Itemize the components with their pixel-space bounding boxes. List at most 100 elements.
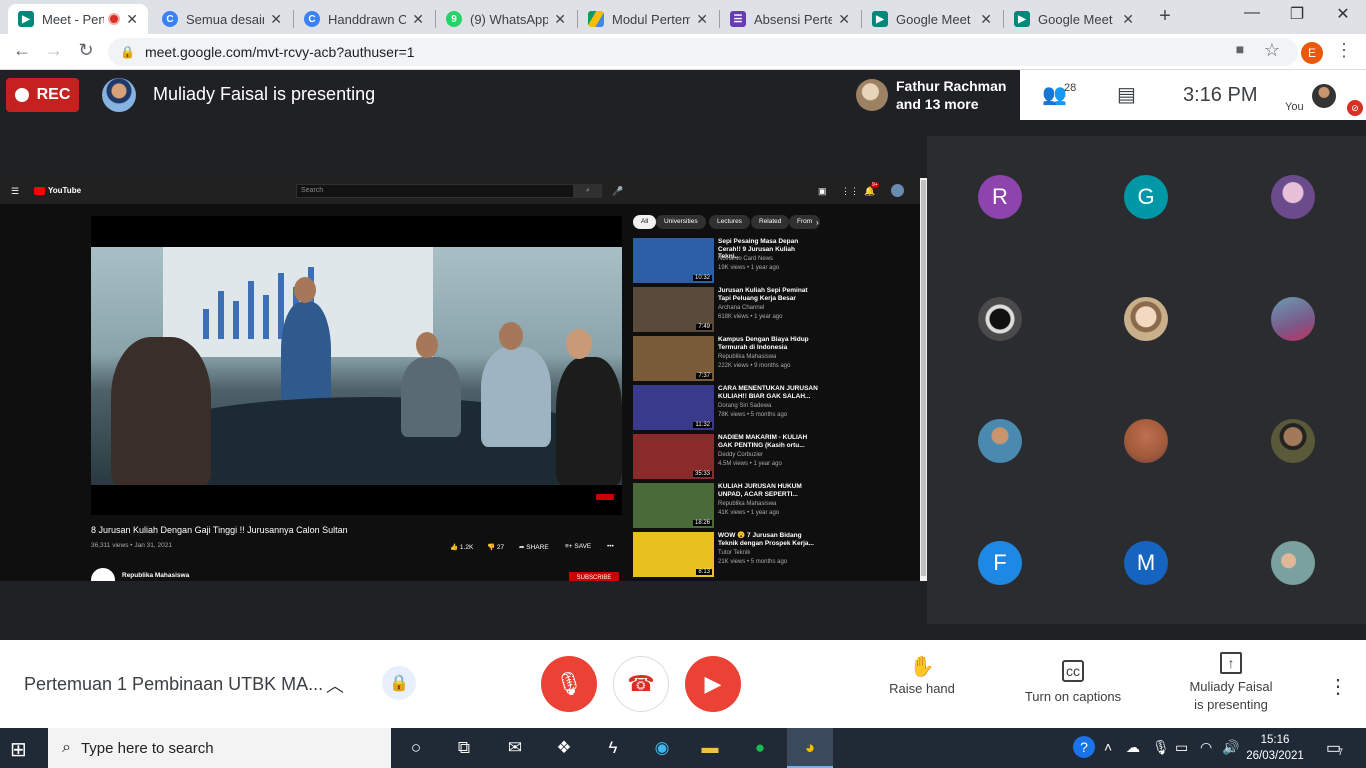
browser-tab-strip: ▶ Meet - Pertemuan 1 ✕ C Semua desain ✕ … <box>0 0 1366 34</box>
recording-indicator-icon <box>108 13 121 25</box>
camera-permission-icon[interactable]: ■ <box>1228 41 1252 57</box>
help-icon[interactable]: ? <box>1073 736 1095 758</box>
taskbar-clock[interactable]: 15:16 26/03/2021 <box>1244 732 1306 764</box>
raise-hand-button[interactable]: ✋ Raise hand <box>880 657 964 698</box>
recommendation-channel: Deddy Corbuzier <box>718 452 764 458</box>
save-label: SAVE <box>574 543 592 550</box>
profile-avatar[interactable]: E <box>1301 42 1323 64</box>
recommendation-channel: Archana Channel <box>718 305 765 311</box>
hang-up-icon: ☎ <box>627 671 655 696</box>
onedrive-icon[interactable]: ☁ <box>1126 739 1140 756</box>
new-tab-icon[interactable]: + <box>1154 5 1176 28</box>
recommendation-thumbnail: 11:32 <box>633 385 714 430</box>
close-tab-icon[interactable]: ✕ <box>696 11 708 28</box>
notification-count-badge: 9+ <box>871 182 879 188</box>
leave-call-button[interactable]: ☎ <box>613 656 669 712</box>
microphone-icon[interactable]: 🎙 <box>1152 739 1170 756</box>
participant-tile-g[interactable]: G <box>1124 175 1168 219</box>
close-tab-icon[interactable]: ✕ <box>1122 11 1134 28</box>
tab-google-meet-2[interactable]: ▶ Google Meet ✕ <box>1004 4 1144 34</box>
meeting-title[interactable]: Pertemuan 1 Pembinaan UTBK MA... <box>24 674 323 695</box>
minimize-icon[interactable]: — <box>1237 4 1267 22</box>
tab-handdrawn[interactable]: C Handdrawn Cl ✕ <box>294 4 434 34</box>
tray-chevron-up-icon[interactable]: ˄ <box>1104 739 1112 755</box>
more-options-icon[interactable]: ⋮ <box>1328 674 1348 699</box>
close-tab-icon[interactable]: ✕ <box>554 11 566 28</box>
taskbar-date: 26/03/2021 <box>1246 750 1304 762</box>
maximize-icon[interactable]: ❐ <box>1282 4 1312 24</box>
captions-button[interactable]: cc Turn on captions <box>1012 660 1134 706</box>
battery-icon[interactable]: ▭ <box>1175 739 1188 756</box>
back-icon[interactable]: ← <box>10 40 34 61</box>
winamp-icon[interactable]: ϟ <box>601 736 625 760</box>
participant-tile-r[interactable]: R <box>978 175 1022 219</box>
chrome-menu-icon[interactable]: ⋮ <box>1332 40 1356 61</box>
subscribe-button: SUBSCRIBE <box>569 572 619 581</box>
url-field[interactable]: 🔒 meet.google.com/mvt-rcvy-acb?authuser=… <box>108 38 1298 66</box>
participant-tile-photo[interactable] <box>1271 541 1315 585</box>
tab-absensi[interactable]: ☰ Absensi Perten ✕ <box>720 4 860 34</box>
chrome-taskbar-button[interactable]: ◕ <box>787 728 833 768</box>
participant-tile-m[interactable]: M <box>1124 541 1168 585</box>
mic-off-button[interactable]: 🎙 <box>541 656 597 712</box>
chip-universities: Universities <box>656 215 706 229</box>
participant-tile-photo[interactable] <box>1271 297 1315 341</box>
volume-icon[interactable]: 🔊 <box>1222 739 1239 756</box>
participant-tile-photo[interactable] <box>978 419 1022 463</box>
close-window-icon[interactable]: ✕ <box>1328 4 1358 24</box>
tab-google-meet-1[interactable]: ▶ Google Meet ✕ <box>862 4 1002 34</box>
lock-icon: 🔒 <box>120 45 135 59</box>
edge-icon[interactable]: ◉ <box>650 736 674 760</box>
bookmark-star-icon[interactable]: ☆ <box>1260 40 1284 61</box>
rec-label: REC <box>36 86 71 103</box>
tab-meet[interactable]: ▶ Meet - Pertemuan 1 ✕ <box>8 4 148 34</box>
participant-tile-f[interactable]: F <box>978 541 1022 585</box>
camera-off-icon: ▶ <box>704 671 722 696</box>
recommendation-channel: Republika Mahasiswa <box>718 501 777 507</box>
close-tab-icon[interactable]: ✕ <box>412 11 424 28</box>
other-participants-strip[interactable]: Fathur Rachman and 13 more <box>848 70 1020 120</box>
tab-title: Google Meet <box>1038 11 1113 27</box>
cortana-icon[interactable]: ○ <box>404 736 428 760</box>
self-avatar[interactable] <box>1312 84 1336 108</box>
participant-avatar <box>856 79 888 111</box>
reload-icon[interactable]: ↻ <box>74 40 98 61</box>
close-tab-icon[interactable]: ✕ <box>838 11 850 28</box>
recommendation-thumbnail: 7:49 <box>633 287 714 332</box>
spotify-icon[interactable]: ● <box>748 736 772 760</box>
participant-tile-photo[interactable] <box>1124 419 1168 463</box>
participant-tile-photo[interactable] <box>1124 297 1168 341</box>
close-tab-icon[interactable]: ✕ <box>270 11 282 28</box>
youtube-watermark-icon <box>596 494 614 500</box>
task-view-icon[interactable]: ⧉ <box>452 736 476 760</box>
taskbar-search-input[interactable]: ⌕ Type here to search <box>48 728 391 768</box>
tab-title: Handdrawn Cl <box>328 11 407 27</box>
close-tab-icon[interactable]: ✕ <box>980 11 992 28</box>
participant-tile-photo[interactable] <box>1271 175 1315 219</box>
recording-badge[interactable]: REC <box>6 78 79 112</box>
recommendation-thumbnail: 18:26 <box>633 483 714 528</box>
recommendation-thumbnail: 35:33 <box>633 434 714 479</box>
tab-modul[interactable]: Modul Pertem ✕ <box>578 4 718 34</box>
tab-whatsapp[interactable]: 9 (9) WhatsApp ✕ <box>436 4 576 34</box>
windows-start-icon[interactable]: ⊞ <box>10 737 27 762</box>
forward-icon[interactable]: → <box>42 40 66 61</box>
recommendation-title: WOW 😮 7 Jurusan Bidang Teknik dengan Pro… <box>718 532 814 547</box>
url-text: meet.google.com/mvt-rcvy-acb?authuser=1 <box>144 44 415 60</box>
tab-semua-desain[interactable]: C Semua desain ✕ <box>152 4 292 34</box>
chat-icon[interactable]: ▤ <box>1117 82 1136 107</box>
recommendation-views: 41K views • 1 year ago <box>718 510 780 516</box>
recommendation-title: KULIAH JURUSAN HUKUM UNPAD, ACAR SEPERTI… <box>718 483 802 498</box>
dropbox-icon[interactable]: ❖ <box>552 736 576 760</box>
chevron-up-icon[interactable]: ︿ <box>326 672 344 698</box>
captions-label: Turn on captions <box>1024 689 1122 704</box>
close-tab-icon[interactable]: ✕ <box>126 11 138 28</box>
host-controls-shield-icon[interactable]: 🔒 <box>382 666 416 700</box>
mail-icon[interactable]: ✉ <box>503 736 527 760</box>
participant-tile-photo[interactable] <box>978 297 1022 341</box>
file-explorer-icon[interactable]: ▬ <box>698 736 722 760</box>
wifi-icon[interactable]: ◠ <box>1200 739 1212 756</box>
camera-off-button[interactable]: ▶ <box>685 656 741 712</box>
presentation-button[interactable]: ↑ Muliady Faisal is presenting <box>1176 652 1286 714</box>
participant-tile-photo[interactable] <box>1271 419 1315 463</box>
